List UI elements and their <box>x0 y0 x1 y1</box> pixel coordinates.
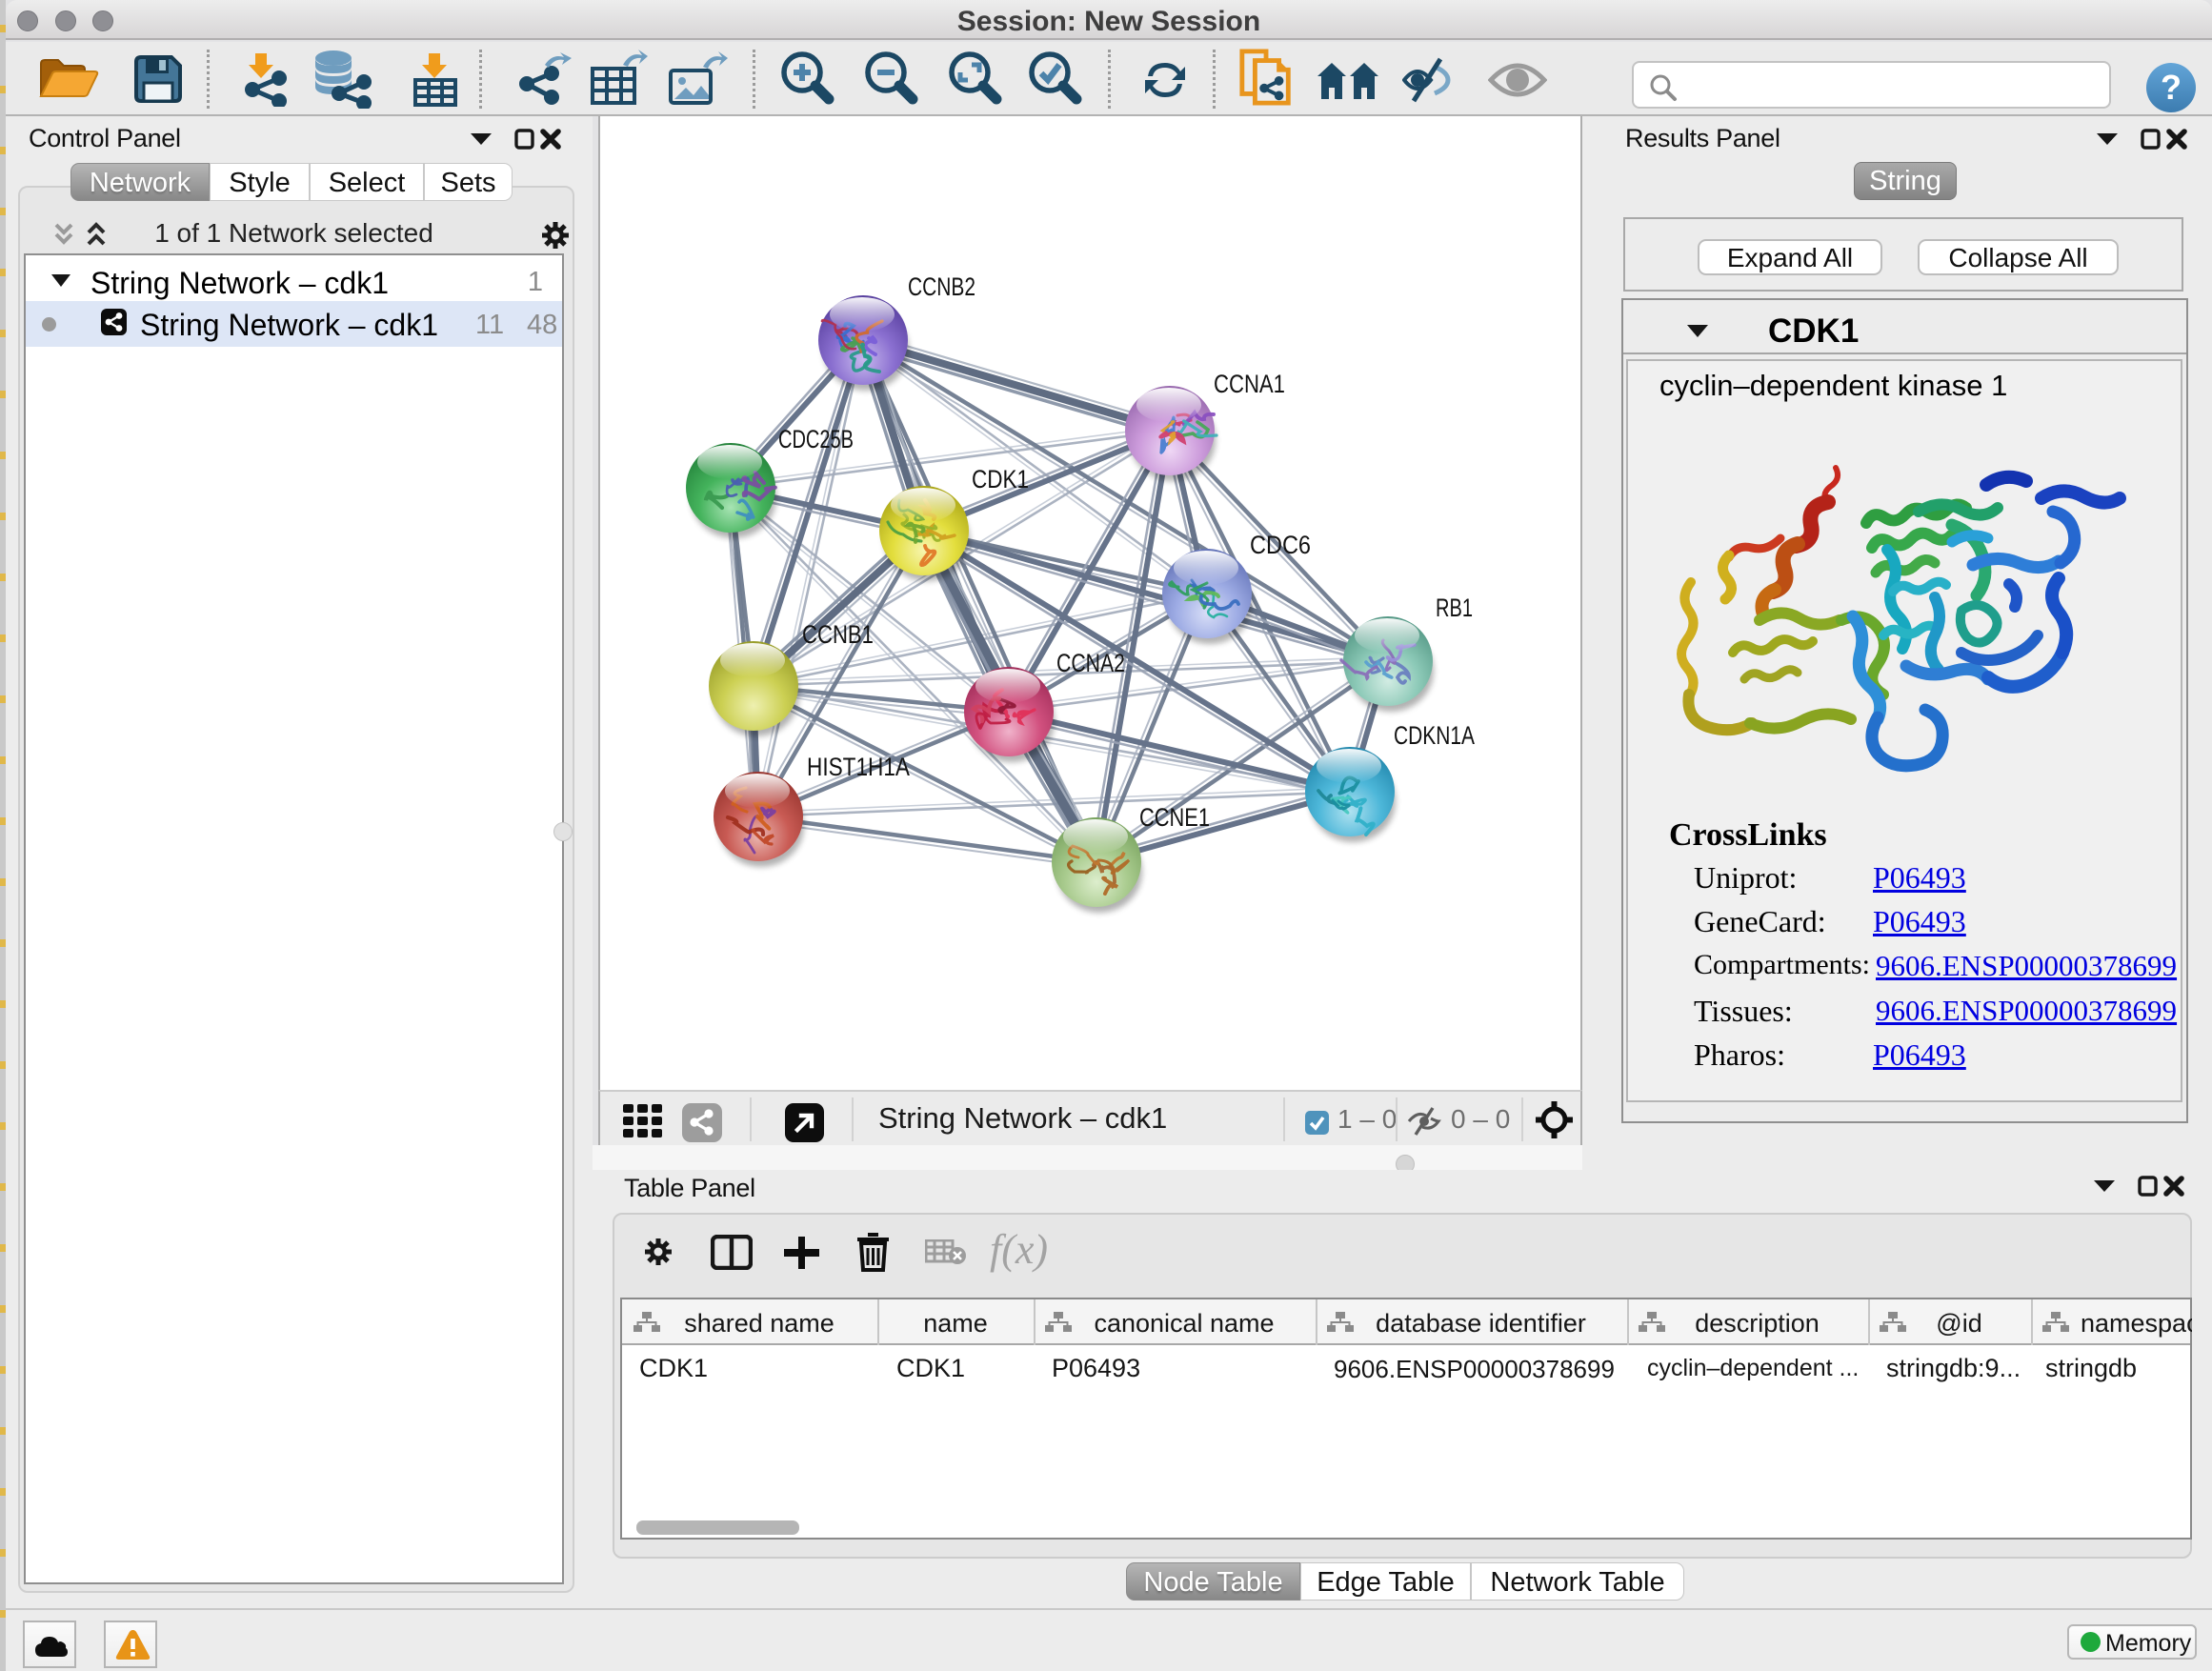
svg-text:CCNB2: CCNB2 <box>908 272 975 301</box>
svg-text:CCNB1: CCNB1 <box>802 620 874 649</box>
svg-text:CCNA2: CCNA2 <box>1056 649 1125 677</box>
svg-text:CCNE1: CCNE1 <box>1139 803 1210 832</box>
svg-text:CCNA1: CCNA1 <box>1214 370 1285 398</box>
svg-text:CDKN1A: CDKN1A <box>1394 721 1475 750</box>
svg-text:CDC6: CDC6 <box>1250 531 1311 559</box>
svg-text:CDC25B: CDC25B <box>778 425 854 453</box>
svg-text:HIST1H1A: HIST1H1A <box>807 753 910 781</box>
svg-text:CDK1: CDK1 <box>972 465 1029 493</box>
svg-text:RB1: RB1 <box>1436 594 1473 622</box>
